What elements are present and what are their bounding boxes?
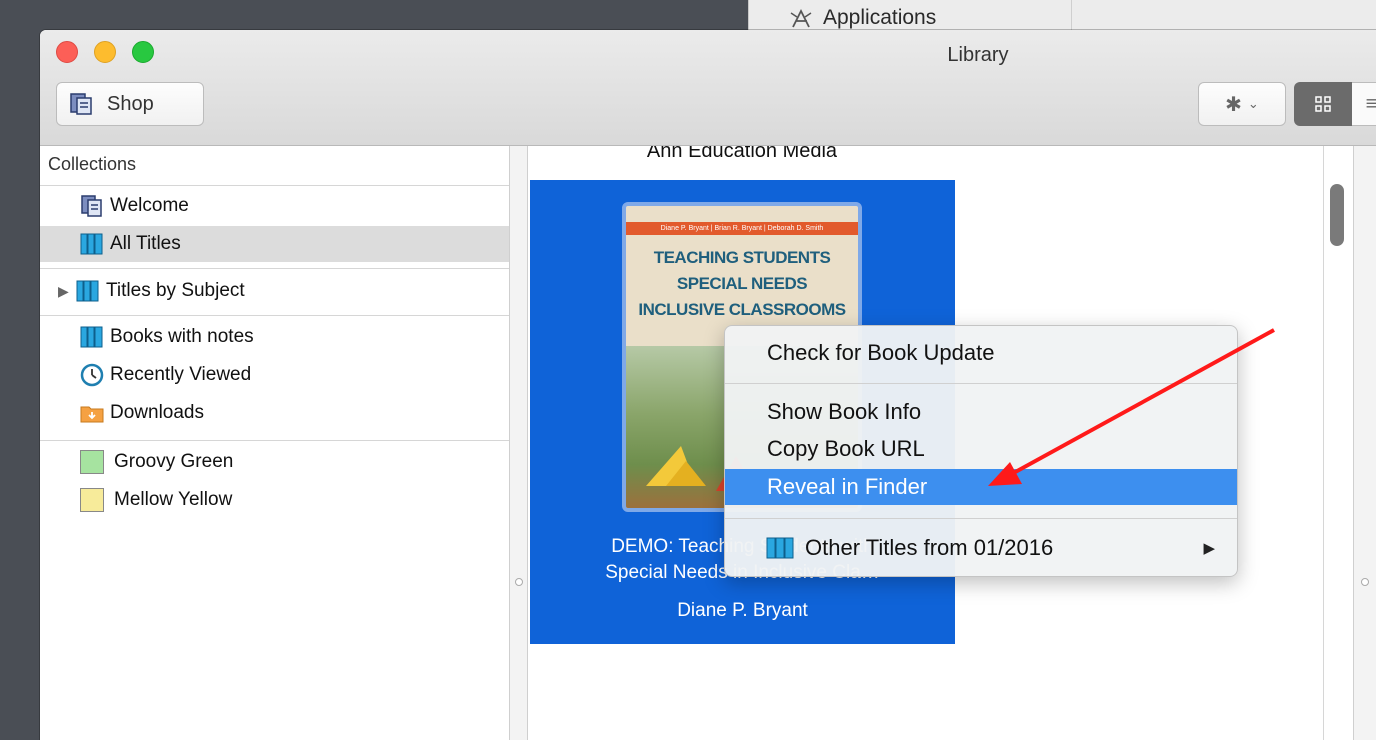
menu-item-show-book-info[interactable]: Show Book Info [725,394,1237,430]
welcome-icon [81,195,102,217]
books-icon [76,280,99,302]
list-view-icon: ≡ [1365,92,1376,115]
downloads-folder-icon [80,406,104,423]
shop-label: Shop [107,92,154,115]
sidebar-item-label: Titles by Subject [106,280,245,301]
sidebar-item-all-titles[interactable]: All Titles [40,226,509,262]
menu-separator [725,518,1237,519]
color-tag-swatch [80,488,104,512]
sidebar-item-downloads[interactable]: Downloads [40,395,509,431]
publisher-heading: Ann Education Media [646,146,838,162]
divider [1071,0,1072,34]
sidebar-item-welcome[interactable]: Welcome [40,188,509,224]
books-icon [80,233,103,255]
cover-authors: Diane P. Bryant | Brian R. Bryant | Debo… [626,222,858,235]
sidebar-item-groovy-green[interactable]: Groovy Green [40,444,509,480]
splitter-handle-icon [515,578,523,586]
titlebar: Library Shop ✱ ⌄ ≡ [40,30,1376,146]
menu-item-check-for-book-update[interactable]: Check for Book Update [725,335,1237,371]
grid-view-icon [1315,96,1331,112]
disclosure-triangle-icon[interactable]: ▶ [58,283,70,300]
menu-item-label: Other Titles from 01/2016 [805,535,1054,560]
grid-view-button[interactable] [1294,82,1352,126]
divider [40,440,509,441]
menu-item-other-titles[interactable]: Other Titles from 01/2016 ▶ [725,530,1237,566]
action-menu-button[interactable]: ✱ ⌄ [1198,82,1286,126]
menu-item-reveal-in-finder[interactable]: Reveal in Finder [725,469,1237,505]
menu-item-label: Show Book Info [767,399,922,424]
scrollbar-thumb[interactable] [1330,184,1344,246]
window-title: Library [947,44,1009,66]
sidebar-item-label: Mellow Yellow [114,489,233,510]
sidebar-item-label: Groovy Green [114,451,234,472]
divider [40,315,509,316]
menu-item-copy-book-url[interactable]: Copy Book URL [725,431,1237,467]
cover-title-line: TEACHING STUDENTS [653,248,831,267]
split-view-divider[interactable] [510,146,528,740]
collections-header: Collections [40,146,509,186]
cover-title-line: SPECIAL NEEDS [676,274,808,293]
chevron-down-icon: ⌄ [1247,96,1259,111]
context-menu: Check for Book Update Show Book Info Cop… [724,325,1238,577]
menu-item-label: Copy Book URL [767,436,925,461]
divider [40,268,509,269]
cover-title: TEACHING STUDENTS SPECIAL NEEDS INCLUSIV… [626,245,858,323]
shop-button[interactable]: Shop [56,82,204,126]
app-store-icon [790,8,812,28]
book-author: Diane P. Bryant [677,600,808,621]
menu-item-label: Check for Book Update [767,340,995,365]
clock-icon [80,363,104,387]
menu-item-label: Reveal in Finder [767,474,928,499]
gear-icon: ✱ [1225,93,1242,116]
sidebar-item-titles-by-subject[interactable]: ▶ Titles by Subject [40,273,509,309]
books-icon [80,326,103,348]
sidebar-item-label: Books with notes [110,326,254,347]
color-tag-swatch [80,450,104,474]
books-icon [766,537,794,559]
submenu-arrow-icon: ▶ [1203,540,1215,557]
sidebar-item-label: All Titles [110,233,181,254]
list-view-button[interactable]: ≡ [1352,82,1376,126]
shop-icon [70,93,92,115]
sidebar-item-books-with-notes[interactable]: Books with notes [40,319,509,355]
right-split-divider[interactable] [1353,146,1376,740]
sidebar-item-label: Welcome [110,195,189,216]
cover-title-line: INCLUSIVE CLASSROOMS [638,300,846,319]
splitter-handle-icon [1361,578,1369,586]
sidebar-item-recently-viewed[interactable]: Recently Viewed [40,357,509,393]
sidebar-item-label: Downloads [110,402,204,423]
applications-text: Applications [823,6,937,29]
sidebar-item-label: Recently Viewed [110,364,252,385]
sidebar-item-mellow-yellow[interactable]: Mellow Yellow [40,482,509,518]
menu-separator [725,383,1237,384]
sidebar: Collections Welcome All Titles ▶ Titles … [40,146,510,740]
applications-label[interactable]: Applications [789,6,936,30]
